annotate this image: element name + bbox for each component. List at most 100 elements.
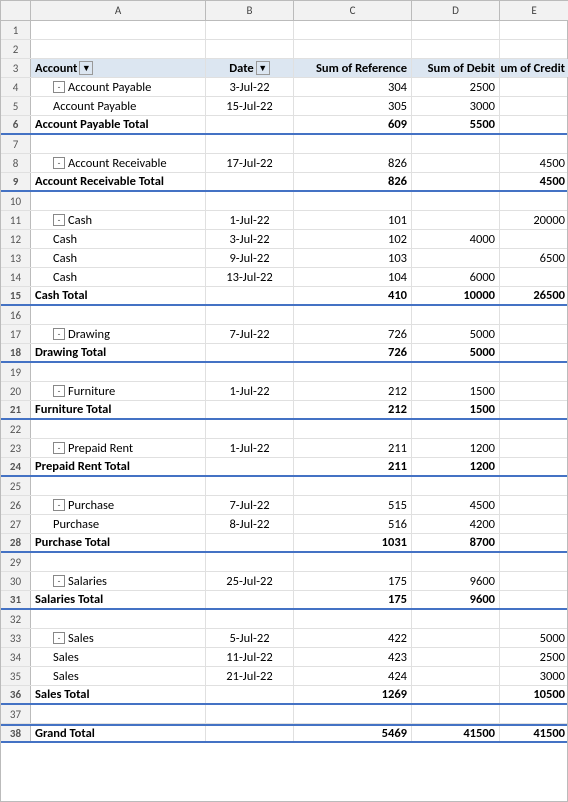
cell-e: 4500 — [500, 173, 568, 190]
cell-b: 3-Jul-22 — [206, 230, 294, 248]
cell-c: 422 — [294, 629, 412, 647]
cell-b — [206, 726, 294, 741]
cell-e — [500, 21, 568, 39]
cell-a: Account Payable — [31, 97, 206, 115]
row-num-cell: 3 — [1, 59, 31, 77]
row-num-cell: 28 — [1, 534, 31, 551]
cell-a: Purchase Total — [31, 534, 206, 551]
cell-c — [294, 420, 412, 438]
cell-a: Drawing Total — [31, 344, 206, 361]
cell-d: 2500 — [412, 78, 500, 96]
account-name: Purchase — [53, 517, 99, 532]
cell-e — [500, 78, 568, 96]
cell-d — [412, 477, 500, 495]
table-row: 13 Cash 9-Jul-22 103 6500 — [1, 249, 567, 268]
cell-b — [206, 458, 294, 475]
expand-icon[interactable]: - — [53, 214, 65, 226]
cell-d — [412, 306, 500, 324]
cell-b: 21-Jul-22 — [206, 667, 294, 685]
cell-a — [31, 21, 206, 39]
row-num-cell: 37 — [1, 705, 31, 723]
header-date[interactable]: Date ▼ — [206, 59, 294, 77]
table-row: 9 Account Receivable Total 826 4500 — [1, 173, 567, 192]
cell-e — [500, 458, 568, 475]
row-num-cell: 23 — [1, 439, 31, 457]
table-row: 16 — [1, 306, 567, 325]
table-row: 1 — [1, 21, 567, 40]
cell-a — [31, 363, 206, 381]
expand-icon[interactable]: - — [53, 157, 65, 169]
cell-e — [500, 344, 568, 361]
cell-c: 101 — [294, 211, 412, 229]
cell-e — [500, 325, 568, 343]
table-row: 25 — [1, 477, 567, 496]
cell-b: 13-Jul-22 — [206, 268, 294, 286]
row-num-cell: 9 — [1, 173, 31, 190]
cell-c — [294, 705, 412, 723]
cell-d — [412, 420, 500, 438]
cell-b: 25-Jul-22 — [206, 572, 294, 590]
row-num-cell: 10 — [1, 192, 31, 210]
expand-icon[interactable]: - — [53, 328, 65, 340]
account-name: Account Payable — [68, 80, 151, 95]
cell-c: 1269 — [294, 686, 412, 703]
table-row: 2 — [1, 40, 567, 59]
cell-e: 26500 — [500, 287, 568, 304]
row-num-cell: 11 — [1, 211, 31, 229]
expand-icon[interactable]: - — [53, 385, 65, 397]
account-name: Cash — [53, 270, 77, 285]
table-row: 33 - Sales 5-Jul-22 422 5000 — [1, 629, 567, 648]
cell-e — [500, 97, 568, 115]
cell-d — [412, 629, 500, 647]
grid-body: 1 2 3 Account ▼ Date ▼ Sum of Reference — [1, 21, 567, 743]
expand-icon[interactable]: - — [53, 81, 65, 93]
row-num-cell: 35 — [1, 667, 31, 685]
cell-d — [412, 40, 500, 58]
cell-c: 826 — [294, 154, 412, 172]
cell-e — [500, 401, 568, 418]
table-row: 38 Grand Total 5469 41500 41500 — [1, 724, 567, 743]
cell-e — [500, 306, 568, 324]
cell-a: - Sales — [31, 629, 206, 647]
cell-d — [412, 667, 500, 685]
cell-b — [206, 344, 294, 361]
cell-b: 7-Jul-22 — [206, 325, 294, 343]
expand-icon[interactable]: - — [53, 499, 65, 511]
account-name: Account Payable — [53, 99, 136, 114]
spreadsheet: A B C D E 1 2 3 Account ▼ Date — [0, 0, 568, 802]
row-num-cell: 34 — [1, 648, 31, 666]
cell-b — [206, 40, 294, 58]
cell-a: Salaries Total — [31, 591, 206, 608]
header-account[interactable]: Account ▼ — [31, 59, 206, 77]
header-credit: Sum of Credit — [500, 59, 568, 77]
table-row: 37 — [1, 705, 567, 724]
cell-c — [294, 135, 412, 153]
table-row: 20 - Furniture 1-Jul-22 212 1500 — [1, 382, 567, 401]
col-header-a: A — [31, 1, 206, 20]
cell-a — [31, 40, 206, 58]
cell-e — [500, 363, 568, 381]
expand-icon[interactable]: - — [53, 442, 65, 454]
expand-icon[interactable]: - — [53, 575, 65, 587]
account-name: Sales — [68, 631, 94, 646]
cell-d: 1200 — [412, 458, 500, 475]
cell-e — [500, 268, 568, 286]
row-num-cell: 7 — [1, 135, 31, 153]
expand-icon[interactable]: - — [53, 632, 65, 644]
cell-e — [500, 439, 568, 457]
filter-arrow-date[interactable]: ▼ — [256, 61, 270, 75]
cell-e — [500, 192, 568, 210]
table-row: 8 - Account Receivable 17-Jul-22 826 450… — [1, 154, 567, 173]
cell-b — [206, 553, 294, 571]
cell-a: Sales — [31, 648, 206, 666]
row-num-cell: 14 — [1, 268, 31, 286]
row-num-cell: 1 — [1, 21, 31, 39]
table-row: 34 Sales 11-Jul-22 423 2500 — [1, 648, 567, 667]
row-num-cell: 2 — [1, 40, 31, 58]
cell-c — [294, 306, 412, 324]
cell-b: 7-Jul-22 — [206, 496, 294, 514]
table-row: 35 Sales 21-Jul-22 424 3000 — [1, 667, 567, 686]
table-row: 3 Account ▼ Date ▼ Sum of Reference Sum … — [1, 59, 567, 78]
filter-arrow-account[interactable]: ▼ — [79, 61, 93, 75]
row-num-cell: 29 — [1, 553, 31, 571]
